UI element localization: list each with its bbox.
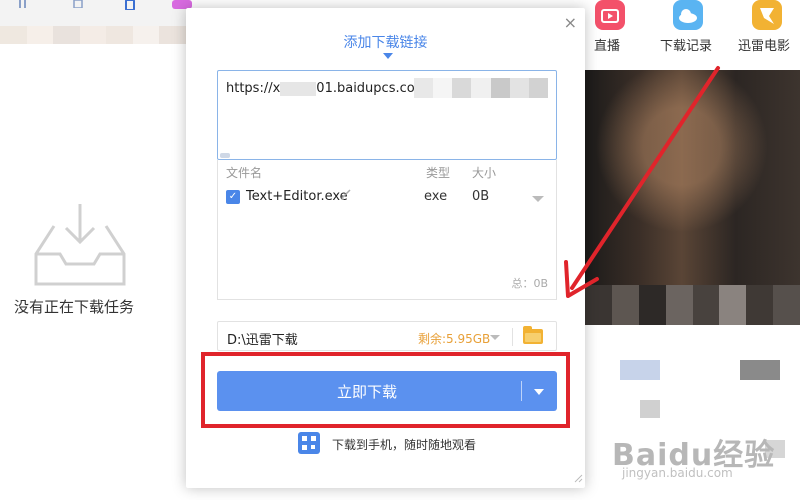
live-icon[interactable] (595, 0, 625, 30)
blurred-thumb (620, 360, 660, 380)
blurred-caption (585, 285, 800, 325)
folder-icon[interactable] (523, 326, 543, 344)
download-to-phone-text[interactable]: 下载到手机，随时随地观看 (332, 436, 476, 453)
empty-download-message: 没有正在下载任务 (14, 298, 135, 316)
file-row[interactable]: ✓ Text+Editor.exe exe 0B (226, 188, 546, 208)
file-type: exe (424, 189, 448, 204)
resize-grip-icon[interactable] (573, 472, 583, 486)
trash-icon[interactable] (72, 0, 90, 9)
blurred-thumb (640, 400, 660, 418)
highlight-box (201, 352, 570, 428)
blurred-thumb (740, 360, 780, 380)
blurred-region (0, 26, 187, 44)
close-button[interactable]: × (564, 13, 577, 32)
vip-icon[interactable] (172, 0, 192, 9)
empty-download-icon (34, 204, 126, 286)
qr-code-icon[interactable] (298, 432, 320, 454)
watermark-url: jingyan.baidu.com (622, 466, 733, 480)
promo-image[interactable] (585, 70, 800, 325)
pause-icon[interactable] (18, 0, 36, 8)
url-text-head: https://x (226, 81, 281, 96)
phone-icon[interactable] (124, 0, 142, 11)
horizontal-scrollbar[interactable] (220, 153, 230, 158)
path-dropdown-icon[interactable] (490, 335, 500, 340)
url-input[interactable]: https://x 01.baidupcs.com/file/ (217, 70, 557, 160)
app-label-live[interactable]: 直播 (594, 35, 620, 54)
blurred-region (280, 81, 317, 96)
movie-icon[interactable] (752, 0, 782, 30)
column-header-size: 大小 (472, 166, 497, 180)
file-list: 文件名 类型 大小 ✓ Text+Editor.exe exe 0B 总：0B (217, 160, 557, 300)
screen: 没有正在下载任务 直播 下载记录 迅雷电影 Baidu经验 jingyan.ba… (0, 0, 800, 500)
dialog-title: 添加下载链接 (343, 35, 428, 51)
save-path-select[interactable]: D:\迅雷下载 剩余:5.95GB (217, 321, 557, 351)
app-shortcuts: 直播 下载记录 迅雷电影 (585, 0, 800, 70)
file-size: 0B (472, 189, 490, 204)
column-header-name: 文件名 (226, 166, 263, 180)
column-header-type: 类型 (426, 166, 451, 180)
expand-caret-icon[interactable] (532, 196, 544, 202)
save-path: D:\迅雷下载 (227, 333, 298, 348)
blurred-region (414, 78, 548, 98)
file-checkbox[interactable]: ✓ (226, 190, 240, 204)
left-toolbar (0, 0, 192, 44)
edit-pencil-icon[interactable] (340, 188, 352, 203)
free-space: 剩余:5.95GB (418, 332, 491, 346)
file-name[interactable]: Text+Editor.exe (246, 189, 348, 204)
divider (512, 328, 513, 346)
app-label-history[interactable]: 下载记录 (660, 35, 712, 54)
cloud-icon[interactable] (673, 0, 703, 30)
app-label-movie[interactable]: 迅雷电影 (738, 35, 790, 54)
total-size: 总：0B (511, 277, 548, 290)
caret-down-icon (383, 53, 393, 59)
